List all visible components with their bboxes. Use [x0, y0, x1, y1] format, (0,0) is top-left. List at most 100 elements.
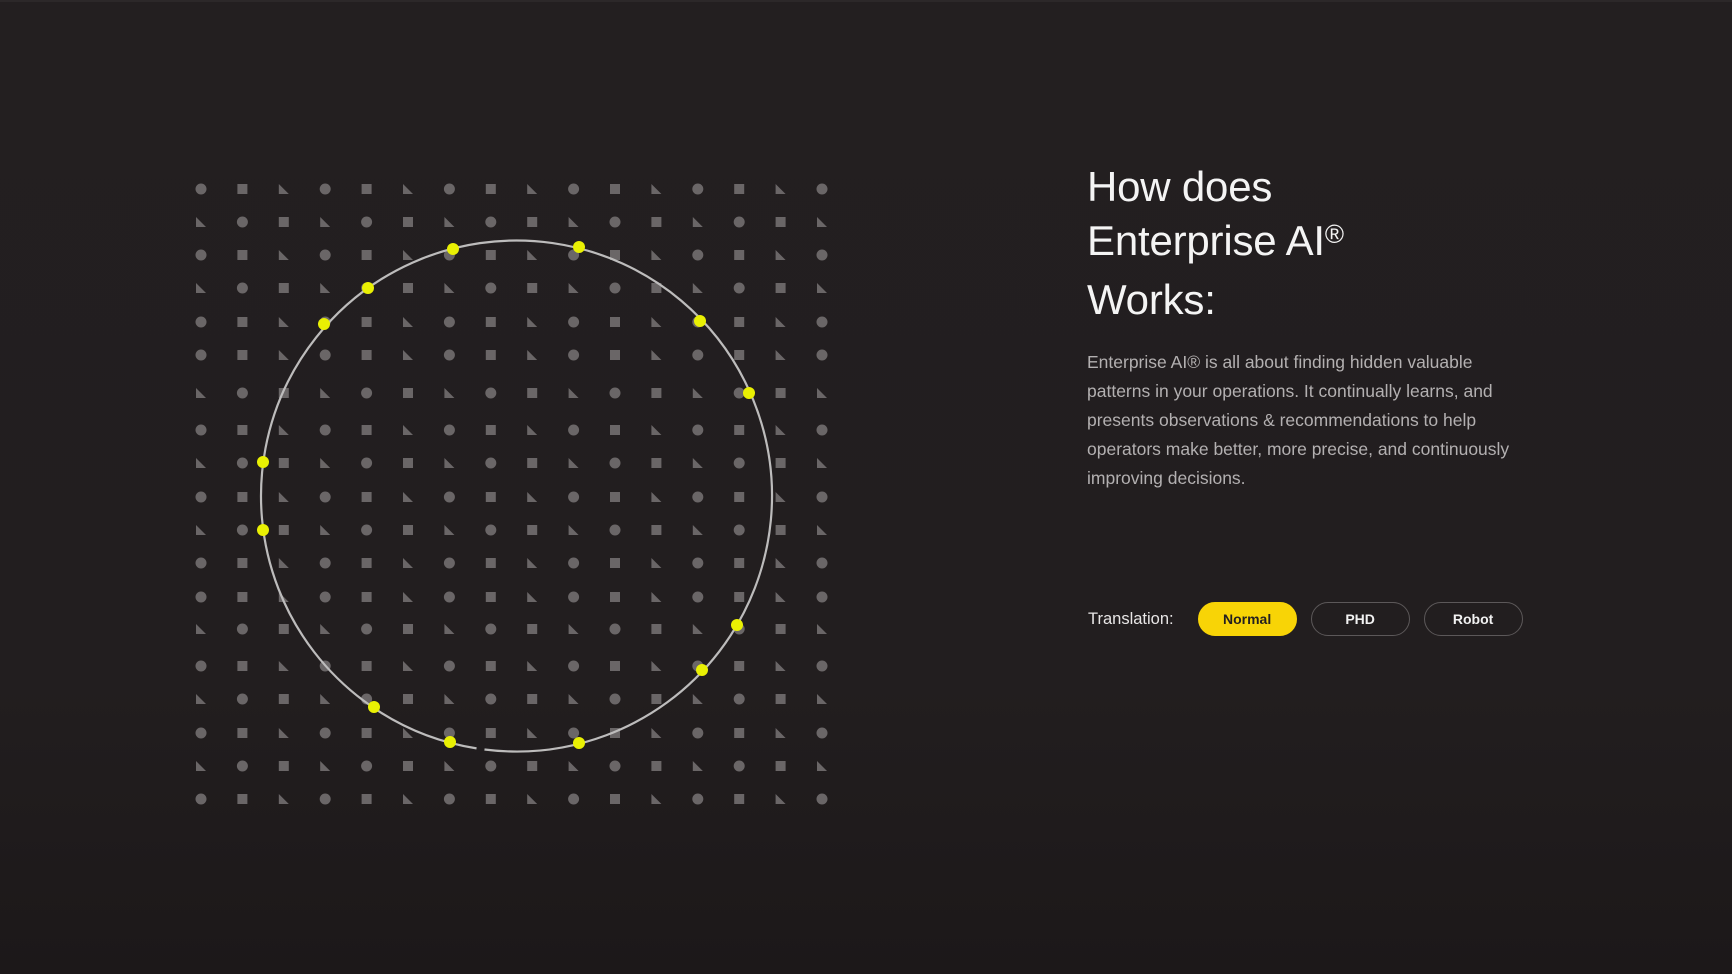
grid-circle: [319, 249, 331, 261]
grid-circle: [733, 693, 745, 705]
grid-triangle: [320, 217, 331, 227]
grid-square: [485, 350, 496, 360]
shape-grid: [195, 183, 828, 805]
grid-circle: [485, 693, 497, 705]
page-heading: How does Enterprise AI® Works:: [1087, 160, 1647, 327]
grid-square: [651, 525, 662, 535]
grid-triangle: [775, 317, 786, 327]
grid-square: [485, 250, 496, 260]
grid-circle: [733, 524, 745, 536]
grid-triangle: [692, 283, 703, 293]
grid-triangle: [278, 558, 289, 568]
grid-square: [734, 350, 745, 360]
grid-triangle: [817, 388, 827, 398]
grid-square: [403, 458, 413, 468]
grid-circle: [236, 760, 248, 772]
grid-circle: [609, 282, 621, 294]
grid-square: [403, 761, 413, 771]
grid-square: [775, 217, 786, 227]
grid-circle: [361, 216, 373, 228]
grid-square: [651, 624, 662, 634]
grid-square: [485, 317, 496, 327]
grid-circle: [443, 793, 455, 805]
grid-circle: [443, 660, 455, 672]
grid-triangle: [568, 761, 579, 771]
grid-circle: [195, 727, 207, 739]
grid-triangle: [527, 728, 538, 738]
grid-square: [610, 558, 620, 568]
grid-circle: [195, 249, 207, 261]
grid-square: [610, 350, 620, 360]
grid-circle: [568, 349, 580, 361]
grid-circle: [609, 693, 621, 705]
content-section: How does Enterprise AI® Works: Enterpris…: [1087, 160, 1647, 636]
heading-line-1: How does: [1087, 163, 1273, 210]
grid-circle: [361, 760, 373, 772]
translation-robot-button[interactable]: Robot: [1423, 602, 1523, 636]
grid-square: [610, 492, 620, 502]
grid-triangle: [651, 558, 662, 568]
grid-square: [403, 694, 413, 704]
grid-square: [734, 317, 745, 327]
grid-triangle: [775, 492, 786, 502]
grid-square: [527, 388, 538, 398]
grid-triangle: [527, 558, 538, 568]
grid-square: [237, 592, 248, 602]
grid-triangle: [444, 694, 455, 704]
grid-circle: [568, 316, 580, 328]
grid-triangle: [692, 761, 703, 771]
grid-square: [527, 624, 538, 634]
grid-triangle: [651, 350, 662, 360]
grid-circle: [692, 491, 704, 503]
grid-square: [361, 317, 372, 327]
grid-triangle: [278, 425, 289, 435]
grid-circle: [195, 183, 207, 195]
grid-square: [485, 558, 496, 568]
grid-triangle: [775, 350, 786, 360]
ring-node: [696, 664, 708, 676]
translation-label: Translation:: [1088, 609, 1174, 628]
grid-circle: [195, 660, 207, 672]
grid-square: [651, 694, 662, 704]
grid-circle: [692, 424, 704, 436]
grid-triangle: [651, 184, 662, 194]
grid-circle: [692, 249, 704, 261]
grid-triangle: [196, 525, 206, 535]
grid-circle: [236, 524, 248, 536]
grid-square: [278, 624, 289, 634]
grid-circle: [319, 183, 331, 195]
grid-triangle: [320, 388, 331, 398]
grid-triangle: [692, 458, 703, 468]
grid-circle: [361, 457, 373, 469]
grid-triangle: [527, 794, 538, 804]
grid-square: [651, 217, 662, 227]
grid-circle: [443, 349, 455, 361]
grid-circle: [485, 623, 497, 635]
grid-circle: [568, 591, 580, 603]
grid-square: [403, 217, 413, 227]
grid-triangle: [527, 661, 538, 671]
grid-circle: [568, 557, 580, 569]
registered-mark: ®: [1324, 219, 1344, 249]
grid-square: [610, 592, 620, 602]
grid-triangle: [651, 661, 662, 671]
grid-circle: [485, 282, 497, 294]
grid-square: [237, 728, 248, 738]
grid-square: [610, 794, 620, 804]
grid-triangle: [278, 794, 289, 804]
grid-square: [527, 458, 538, 468]
grid-triangle: [278, 492, 289, 502]
grid-square: [361, 425, 372, 435]
translation-normal-button[interactable]: Normal: [1197, 602, 1297, 636]
grid-triangle: [444, 217, 455, 227]
grid-triangle: [320, 761, 331, 771]
grid-triangle: [444, 525, 455, 535]
grid-circle: [319, 727, 331, 739]
grid-triangle: [651, 492, 662, 502]
grid-triangle: [692, 694, 703, 704]
translation-phd-button[interactable]: PHD: [1310, 602, 1410, 636]
grid-triangle: [692, 525, 703, 535]
ring-node: [444, 736, 456, 748]
grid-triangle: [817, 458, 827, 468]
grid-circle: [609, 216, 621, 228]
